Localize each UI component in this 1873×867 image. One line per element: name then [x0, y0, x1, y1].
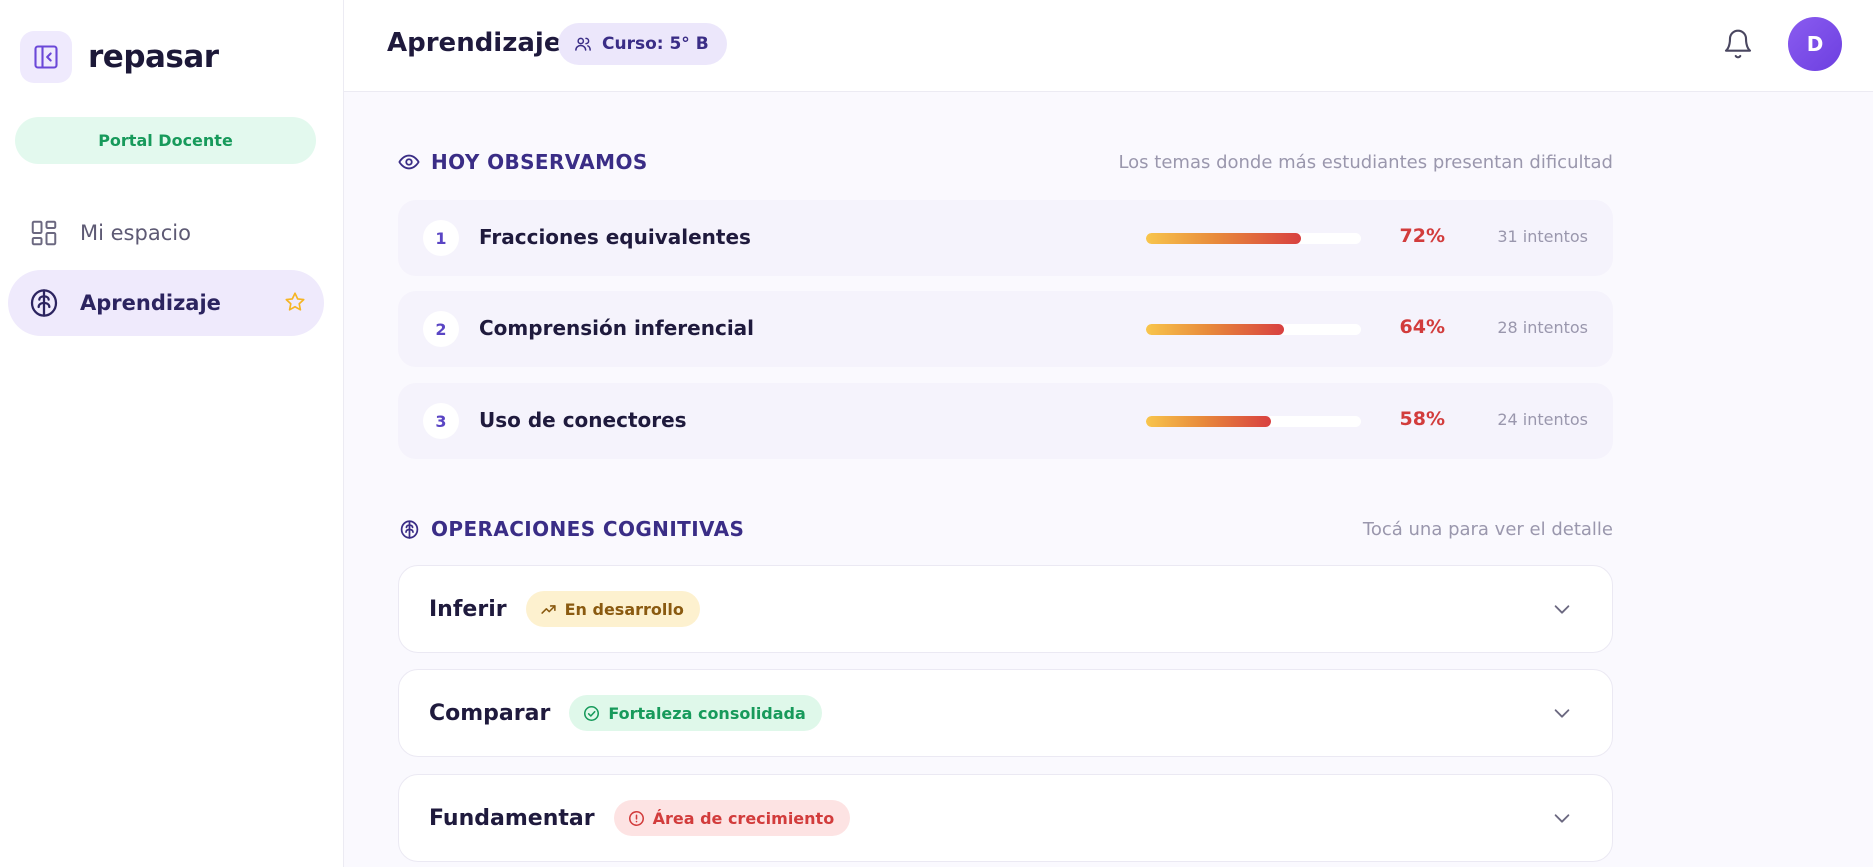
- status-badge: Fortaleza consolidada: [569, 695, 822, 731]
- sidebar-item-aprendizaje[interactable]: Aprendizaje: [8, 270, 324, 336]
- chevron-down-icon[interactable]: [1550, 597, 1574, 621]
- difficulty-bar-fill: [1146, 324, 1284, 335]
- sidebar-item-mi-espacio[interactable]: Mi espacio: [8, 200, 324, 266]
- sidebar: repasar Portal Docente Mi espacio Aprend…: [0, 0, 344, 867]
- topic-rank: 2: [423, 311, 459, 347]
- status-label: En desarrollo: [564, 599, 684, 619]
- topic-row[interactable]: 2 Comprensión inferencial 64% 28 intento…: [398, 291, 1613, 367]
- alert-circle-icon: [628, 810, 644, 826]
- topic-name: Comprensión inferencial: [479, 316, 755, 340]
- page-title: Aprendizaje: [387, 28, 562, 58]
- section-title: OPERACIONES COGNITIVAS: [431, 517, 745, 541]
- attempts-count: 28 intentos: [1497, 318, 1588, 337]
- check-circle-icon: [584, 705, 600, 721]
- topic-rank: 3: [423, 403, 459, 439]
- operation-name: Fundamentar: [429, 805, 595, 831]
- course-selector[interactable]: Curso: 5° B: [558, 23, 727, 65]
- difficulty-bar: [1146, 324, 1361, 335]
- difficulty-bar: [1146, 416, 1361, 427]
- brand: repasar: [20, 31, 219, 83]
- chevron-down-icon[interactable]: [1550, 701, 1574, 725]
- section-hint: Tocá una para ver el detalle: [1362, 518, 1613, 540]
- topic-row[interactable]: 1 Fracciones equivalentes 72% 31 intento…: [398, 200, 1613, 276]
- operation-name: Inferir: [429, 596, 507, 622]
- status-label: Fortaleza consolidada: [608, 703, 806, 723]
- status-badge: En desarrollo: [525, 591, 700, 627]
- operation-card-fundamentar[interactable]: Fundamentar Área de crecimiento: [398, 774, 1613, 862]
- difficulty-percent: 58%: [1399, 408, 1445, 430]
- grid-icon: [28, 217, 60, 249]
- course-label: Curso: 5° B: [602, 34, 709, 54]
- collapse-sidebar-button[interactable]: [20, 31, 72, 83]
- attempts-count: 24 intentos: [1497, 410, 1588, 429]
- difficulty-bar-fill: [1146, 416, 1271, 427]
- notifications-button[interactable]: [1721, 25, 1755, 63]
- star-icon[interactable]: [284, 291, 306, 317]
- sidebar-item-label: Aprendizaje: [80, 291, 221, 315]
- operations-header: OPERACIONES COGNITIVAS Tocá una para ver…: [398, 514, 1613, 544]
- trending-up-icon: [540, 604, 556, 614]
- status-label: Área de crecimiento: [652, 808, 835, 828]
- avatar[interactable]: D: [1788, 17, 1842, 71]
- difficulty-bar-fill: [1146, 233, 1301, 244]
- observations-header: HOY OBSERVAMOS Los temas donde más estud…: [398, 147, 1613, 177]
- top-header: Aprendizaje Curso: 5° B D: [344, 0, 1873, 92]
- portal-badge: Portal Docente: [15, 117, 316, 164]
- topic-name: Fracciones equivalentes: [479, 225, 751, 249]
- eye-icon: [398, 151, 420, 173]
- operation-name: Comparar: [429, 700, 551, 726]
- users-icon: [575, 37, 591, 51]
- operation-card-comparar[interactable]: Comparar Fortaleza consolidada: [398, 669, 1613, 757]
- chevron-down-icon[interactable]: [1550, 806, 1574, 830]
- topic-rank: 1: [423, 220, 459, 256]
- brand-name: repasar: [88, 39, 219, 75]
- difficulty-bar: [1146, 233, 1361, 244]
- operation-card-inferir[interactable]: Inferir En desarrollo: [398, 565, 1613, 653]
- section-title: HOY OBSERVAMOS: [431, 150, 648, 174]
- status-badge: Área de crecimiento: [613, 800, 851, 836]
- bell-icon: [1724, 29, 1752, 59]
- topic-name: Uso de conectores: [479, 408, 687, 432]
- topic-row[interactable]: 3 Uso de conectores 58% 24 intentos: [398, 383, 1613, 459]
- sidebar-collapse-icon: [34, 45, 58, 69]
- difficulty-percent: 64%: [1399, 316, 1445, 338]
- section-hint: Los temas donde más estudiantes presenta…: [1118, 151, 1613, 173]
- brain-icon: [28, 287, 60, 319]
- difficulty-percent: 72%: [1399, 225, 1445, 247]
- sidebar-item-label: Mi espacio: [80, 221, 191, 245]
- brain-icon: [398, 518, 420, 540]
- attempts-count: 31 intentos: [1497, 227, 1588, 246]
